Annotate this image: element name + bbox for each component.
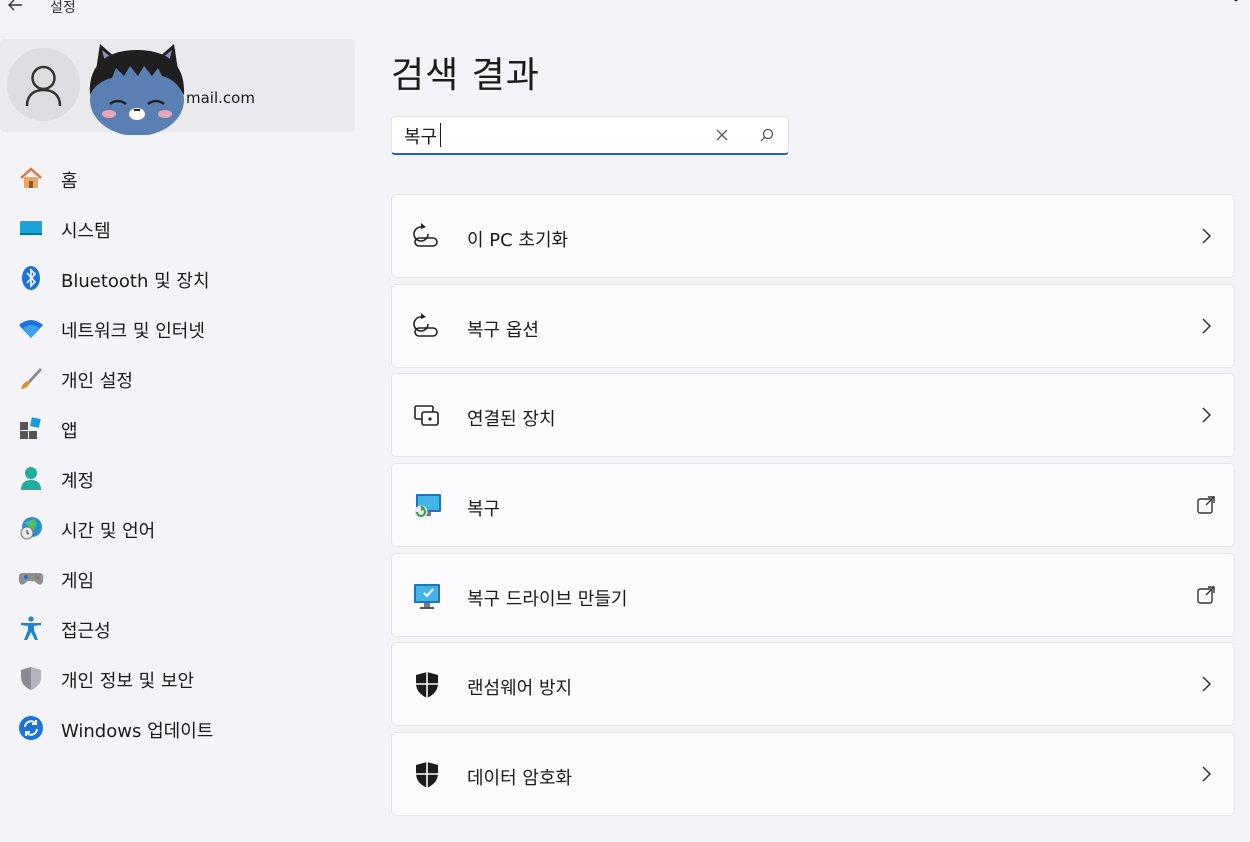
sidebar-item-personalization[interactable]: 개인 설정 [0,355,355,399]
sidebar-item-label: 네트워크 및 인터넷 [61,321,205,342]
sidebar-item-windows-update[interactable]: Windows 업데이트 [0,705,355,749]
app-title: 설정 [50,0,76,16]
account-email: mail.com [186,89,255,107]
recovery-options-icon [413,313,438,337]
external-link-icon [1197,586,1215,604]
result-label: 복구 드라이브 만들기 [467,589,628,610]
ransomware-shield-icon [416,672,438,698]
result-create-recovery-drive[interactable]: 복구 드라이브 만들기 [391,553,1235,637]
accessibility-icon [21,616,41,640]
home-icon [20,167,42,188]
minimize-button[interactable] [1172,0,1186,10]
globe-clock-icon [20,517,42,540]
result-label: 데이터 암호화 [467,768,573,789]
sidebar-item-network[interactable]: 네트워크 및 인터넷 [0,305,355,349]
back-button[interactable] [6,0,28,18]
result-label: 랜섬웨어 방지 [467,678,573,699]
result-label: 복구 [467,499,501,520]
sidebar-item-home[interactable]: 홈 [0,155,355,199]
result-data-encryption[interactable]: 데이터 암호화 [391,732,1235,816]
result-label: 연결된 장치 [467,409,556,430]
encryption-shield-icon [416,762,438,788]
recovery-drive-icon [414,584,440,609]
search-input[interactable]: 복구 [404,123,437,149]
wifi-icon [19,320,43,338]
account-card[interactable]: mail.com [0,39,355,135]
reset-pc-icon [413,223,438,247]
sidebar-item-apps[interactable]: 앱 [0,405,355,449]
sidebar-item-label: 홈 [61,171,78,192]
clear-icon[interactable] [714,127,730,143]
sidebar-item-label: 접근성 [61,621,111,642]
sidebar-item-label: 시간 및 언어 [61,521,156,542]
result-ransomware-protection[interactable]: 랜섬웨어 방지 [391,642,1235,726]
sidebar-item-label: 개인 설정 [61,371,133,392]
search-icon[interactable] [759,127,775,143]
sidebar-item-accessibility[interactable]: 접근성 [0,605,355,649]
sidebar-item-label: Bluetooth 및 장치 [61,271,210,292]
character-sticker-image [89,44,185,135]
chevron-right-icon [1202,228,1212,244]
chevron-right-icon [1202,766,1212,782]
sidebar-item-label: 앱 [61,421,78,442]
apps-icon [20,417,41,439]
back-arrow-icon [8,0,22,11]
update-icon [19,716,43,740]
close-button[interactable] [1228,0,1242,10]
text-caret [440,123,441,147]
minimize-icon [1172,0,1186,6]
system-icon [20,221,42,235]
shield-icon [21,667,41,690]
sidebar-item-label: Windows 업데이트 [61,721,214,742]
connected-devices-icon [414,405,439,426]
account-icon [21,467,41,490]
sidebar-item-privacy-security[interactable]: 개인 정보 및 보안 [0,655,355,699]
result-recovery-options[interactable]: 복구 옵션 [391,284,1235,368]
result-reset-pc[interactable]: 이 PC 초기화 [391,194,1235,278]
gamepad-icon [18,573,44,585]
chevron-right-icon [1202,407,1212,423]
sidebar-item-bluetooth[interactable]: Bluetooth 및 장치 [0,255,355,299]
sidebar-item-accounts[interactable]: 계정 [0,455,355,499]
sidebar-item-label: 시스템 [61,221,111,242]
avatar [7,48,80,121]
chevron-right-icon [1202,318,1212,334]
sidebar-item-label: 게임 [61,571,95,592]
sidebar-item-system[interactable]: 시스템 [0,205,355,249]
recovery-monitor-icon [414,494,441,519]
result-label: 이 PC 초기화 [467,230,569,251]
result-connected-devices[interactable]: 연결된 장치 [391,373,1235,457]
sidebar-item-label: 계정 [61,471,95,492]
close-icon [1233,0,1239,2]
page-title: 검색 결과 [391,55,540,96]
sidebar-item-gaming[interactable]: 게임 [0,555,355,599]
person-icon [25,65,62,107]
bluetooth-icon [22,266,40,290]
result-recovery[interactable]: 복구 [391,463,1235,547]
chevron-right-icon [1202,676,1212,692]
external-link-icon [1197,496,1215,514]
sidebar-item-time-language[interactable]: 시간 및 언어 [0,505,355,549]
result-label: 복구 옵션 [467,320,539,341]
search-field[interactable]: 복구 [391,116,789,155]
brush-icon [21,368,42,389]
title-bar: 설정 [0,0,1250,20]
sidebar-item-label: 개인 정보 및 보안 [61,671,195,692]
